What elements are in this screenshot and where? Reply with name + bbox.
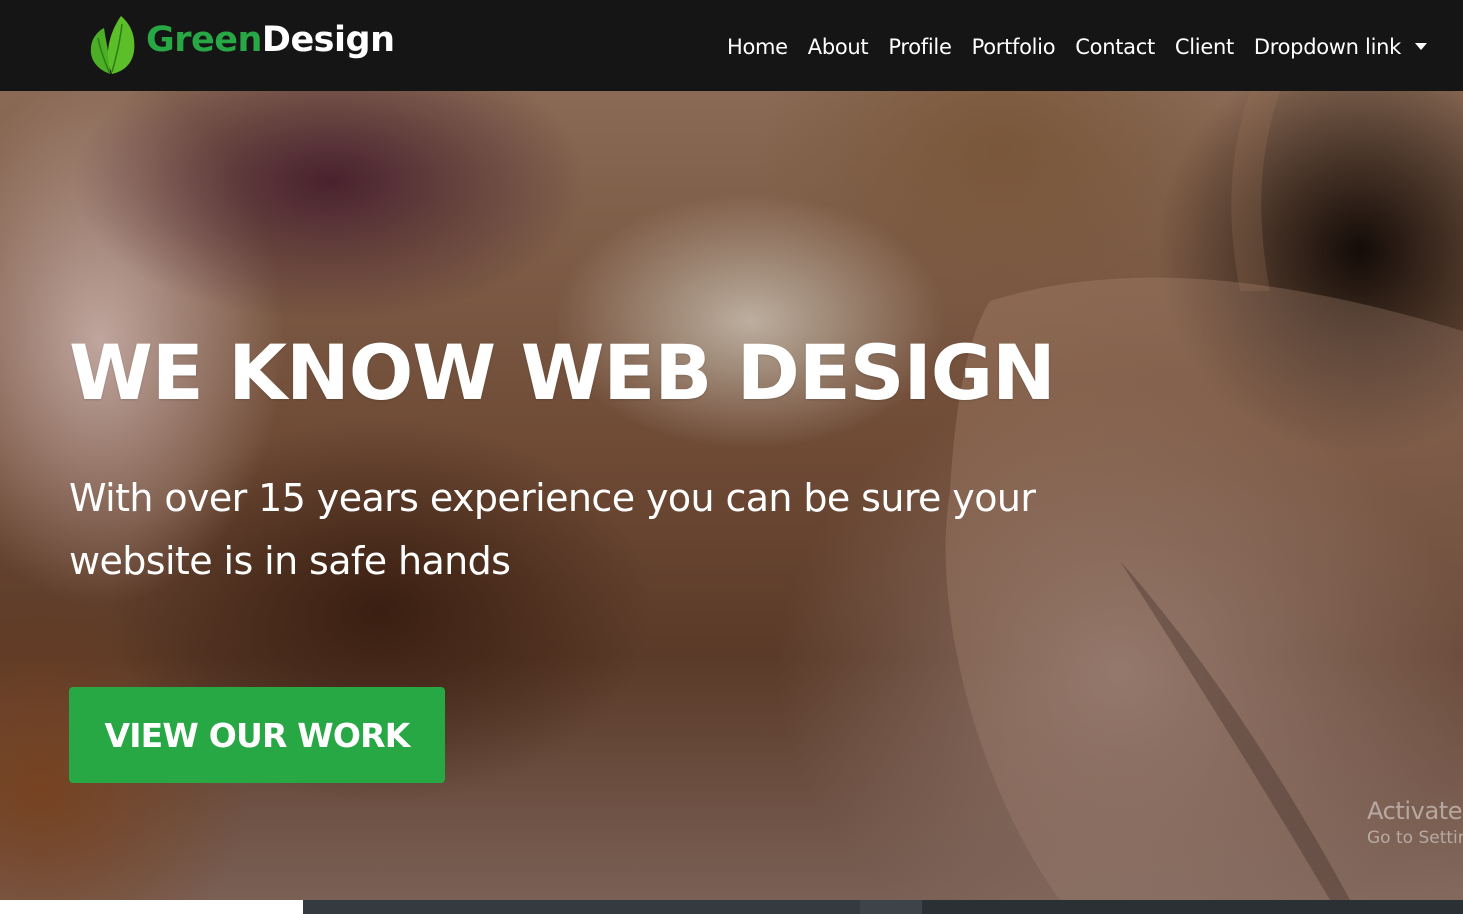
watermark-subtitle: Go to Settin	[1367, 828, 1463, 848]
hero-title: WE KNOW WEB DESIGN	[69, 328, 1056, 417]
brand-name-white: Design	[261, 19, 395, 60]
nav-link-contact[interactable]: Contact	[1065, 35, 1165, 59]
strip-panel-white	[0, 900, 303, 914]
navbar: GreenDesign Home About Profile Portfolio…	[0, 0, 1463, 91]
brand-link[interactable]: GreenDesign	[86, 14, 395, 76]
brand-name: GreenDesign	[146, 19, 395, 60]
nav-link-profile[interactable]: Profile	[878, 35, 961, 59]
nav-menu: Home About Profile Portfolio Contact Cli…	[717, 28, 1427, 66]
strip-panel-gray	[860, 900, 922, 914]
watermark-title: Activate	[1367, 797, 1463, 825]
hero-subtitle: With over 15 years experience you can be…	[69, 476, 1036, 583]
nav-link-home[interactable]: Home	[717, 35, 798, 59]
caret-down-icon	[1415, 42, 1427, 50]
nav-link-about[interactable]: About	[798, 35, 879, 59]
next-section-strip	[0, 900, 1463, 914]
brand-name-green: Green	[146, 19, 262, 60]
nav-dropdown-link[interactable]: Dropdown link	[1244, 35, 1427, 59]
hero-section: WE KNOW WEB DESIGN With over 15 years ex…	[0, 91, 1463, 900]
leaf-icon	[90, 16, 135, 75]
activate-windows-watermark: Activate Go to Settin	[1367, 796, 1463, 850]
strip-panel-dark	[303, 900, 860, 914]
nav-link-client[interactable]: Client	[1165, 35, 1244, 59]
nav-link-portfolio[interactable]: Portfolio	[962, 35, 1066, 59]
nav-dropdown-label: Dropdown link	[1253, 35, 1401, 59]
view-our-work-button[interactable]: VIEW OUR WORK	[69, 687, 445, 783]
